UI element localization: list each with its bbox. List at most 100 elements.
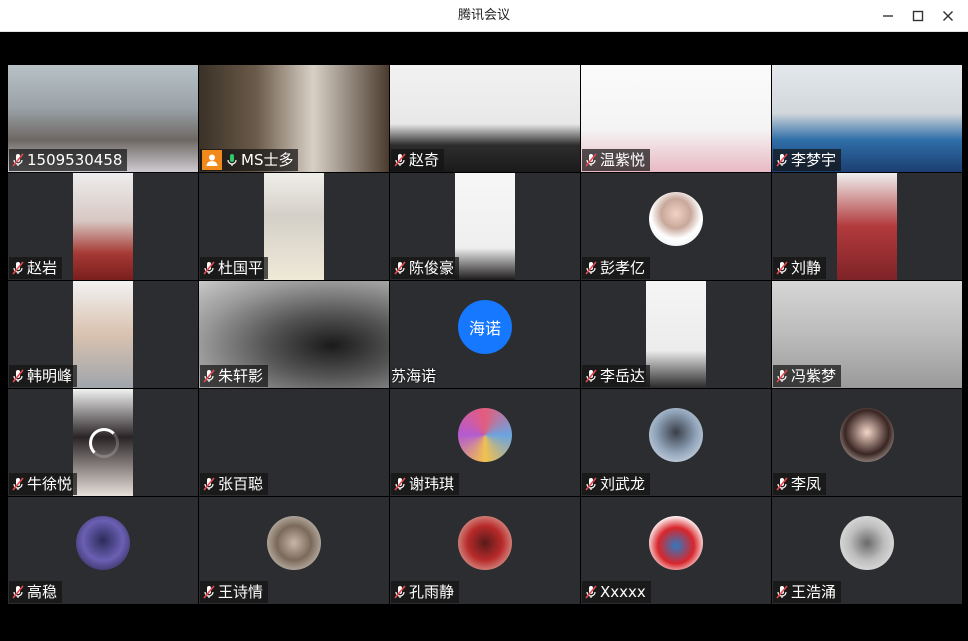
- host-icon: [202, 150, 222, 170]
- participant-label: 陈俊豪: [391, 257, 460, 279]
- participant-name: 李梦宇: [791, 151, 837, 169]
- close-icon: [943, 11, 953, 21]
- participant-avatar: [458, 408, 512, 462]
- participant-name: 朱轩影: [218, 367, 264, 385]
- participant-label: 李梦宇: [773, 149, 842, 171]
- participant-video: [455, 173, 515, 280]
- participant-video: [73, 173, 133, 280]
- participant-name: 谢玮琪: [409, 475, 455, 493]
- participant-tile[interactable]: 韩明峰: [8, 281, 198, 388]
- participant-grid: 1509530458 MS士多 赵奇 温紫悦 李梦宇 赵岩 杜国平 陈俊豪 彭孝…: [8, 65, 963, 605]
- mic-muted-icon: [584, 584, 598, 600]
- participant-tile[interactable]: 赵岩: [8, 173, 198, 280]
- mic-muted-icon: [775, 152, 789, 168]
- participant-name: 刘静: [791, 259, 822, 277]
- participant-avatar: 海诺: [458, 300, 512, 354]
- mic-muted-icon: [775, 476, 789, 492]
- participant-tile[interactable]: 张百聪: [199, 389, 389, 496]
- bottom-toolbar-area: [6, 605, 964, 641]
- participant-label: 孔雨静: [391, 581, 460, 603]
- participant-name: 高稳: [27, 583, 58, 601]
- participant-label: 赵奇: [391, 149, 445, 171]
- participant-tile[interactable]: 杜国平: [199, 173, 389, 280]
- participant-name: 赵奇: [409, 151, 440, 169]
- participant-label: 高稳: [9, 581, 63, 603]
- participant-label: 刘武龙: [582, 473, 651, 495]
- avatar-initials: 海诺: [468, 319, 501, 338]
- participant-tile[interactable]: 李凤: [772, 389, 962, 496]
- participant-label: 苏海诺: [391, 365, 441, 387]
- mic-muted-icon: [775, 260, 789, 276]
- minimize-icon: [883, 15, 893, 17]
- participant-name: 冯紫梦: [791, 367, 837, 385]
- top-toolbar-area: [6, 32, 964, 64]
- participant-name: 孔雨静: [409, 583, 455, 601]
- participant-tile[interactable]: 冯紫梦: [772, 281, 962, 388]
- mic-muted-icon: [584, 476, 598, 492]
- participant-tile[interactable]: 赵奇: [390, 65, 580, 172]
- participant-tile[interactable]: 朱轩影: [199, 281, 389, 388]
- participant-tile[interactable]: 高稳: [8, 497, 198, 604]
- participant-tile[interactable]: 李岳达: [581, 281, 771, 388]
- participant-name: 王浩涌: [791, 583, 837, 601]
- participant-name: MS士多: [241, 151, 294, 169]
- participant-label: MS士多: [200, 149, 299, 171]
- participant-tile[interactable]: 王浩涌: [772, 497, 962, 604]
- participant-avatar: [458, 516, 512, 570]
- participant-tile[interactable]: 刘静: [772, 173, 962, 280]
- participant-tile[interactable]: 李梦宇: [772, 65, 962, 172]
- participant-label: 刘静: [773, 257, 827, 279]
- participant-tile[interactable]: 牛徐悦: [8, 389, 198, 496]
- participant-label: 1509530458: [9, 149, 128, 171]
- participant-tile[interactable]: 孔雨静: [390, 497, 580, 604]
- participant-avatar: [76, 516, 130, 570]
- mic-muted-icon: [393, 152, 407, 168]
- window-title: 腾讯会议: [457, 8, 510, 23]
- participant-name: 李凤: [791, 475, 822, 493]
- participant-avatar: [840, 408, 894, 462]
- participant-label: 彭孝亿: [582, 257, 651, 279]
- participant-tile-active-speaker[interactable]: MS士多: [199, 65, 389, 172]
- participant-tile[interactable]: 海诺 苏海诺: [390, 281, 580, 388]
- meeting-window: 腾讯会议 1509530458 MS士多 赵奇 温紫悦 李梦宇 赵岩 杜国平 陈…: [0, 0, 968, 641]
- mic-muted-icon: [202, 368, 216, 384]
- mic-muted-icon: [202, 260, 216, 276]
- mic-unmuted-icon: [225, 152, 239, 168]
- close-button[interactable]: [936, 4, 960, 28]
- mic-muted-icon: [393, 476, 407, 492]
- participant-tile[interactable]: 陈俊豪: [390, 173, 580, 280]
- participant-label: 谢玮琪: [391, 473, 460, 495]
- participant-video: [73, 281, 133, 388]
- participant-name: 刘武龙: [600, 475, 646, 493]
- mic-muted-icon: [11, 260, 25, 276]
- participant-name: 温紫悦: [600, 151, 646, 169]
- participant-name: 杜国平: [218, 259, 264, 277]
- participant-tile[interactable]: 王诗情: [199, 497, 389, 604]
- participant-label: 赵岩: [9, 257, 63, 279]
- participant-avatar: [840, 516, 894, 570]
- participant-name: 赵岩: [27, 259, 58, 277]
- maximize-button[interactable]: [906, 4, 930, 28]
- participant-label: 王诗情: [200, 581, 269, 603]
- participant-video: [646, 281, 706, 388]
- participant-tile[interactable]: 刘武龙: [581, 389, 771, 496]
- participant-label: 朱轩影: [200, 365, 269, 387]
- participant-label: 李岳达: [582, 365, 651, 387]
- participant-label: 牛徐悦: [9, 473, 78, 495]
- participant-tile[interactable]: 1509530458: [8, 65, 198, 172]
- mic-muted-icon: [775, 368, 789, 384]
- participant-avatar: [649, 516, 703, 570]
- participant-tile[interactable]: Xxxxx: [581, 497, 771, 604]
- participant-label: 张百聪: [200, 473, 269, 495]
- participant-label: 韩明峰: [9, 365, 78, 387]
- participant-avatar: [649, 192, 703, 246]
- participant-tile[interactable]: 谢玮琪: [390, 389, 580, 496]
- mic-muted-icon: [11, 152, 25, 168]
- participant-tile[interactable]: 彭孝亿: [581, 173, 771, 280]
- participant-avatar: [649, 408, 703, 462]
- participant-video: [837, 173, 897, 280]
- participant-tile[interactable]: 温紫悦: [581, 65, 771, 172]
- mic-muted-icon: [775, 584, 789, 600]
- minimize-button[interactable]: [876, 4, 900, 28]
- mic-muted-icon: [202, 476, 216, 492]
